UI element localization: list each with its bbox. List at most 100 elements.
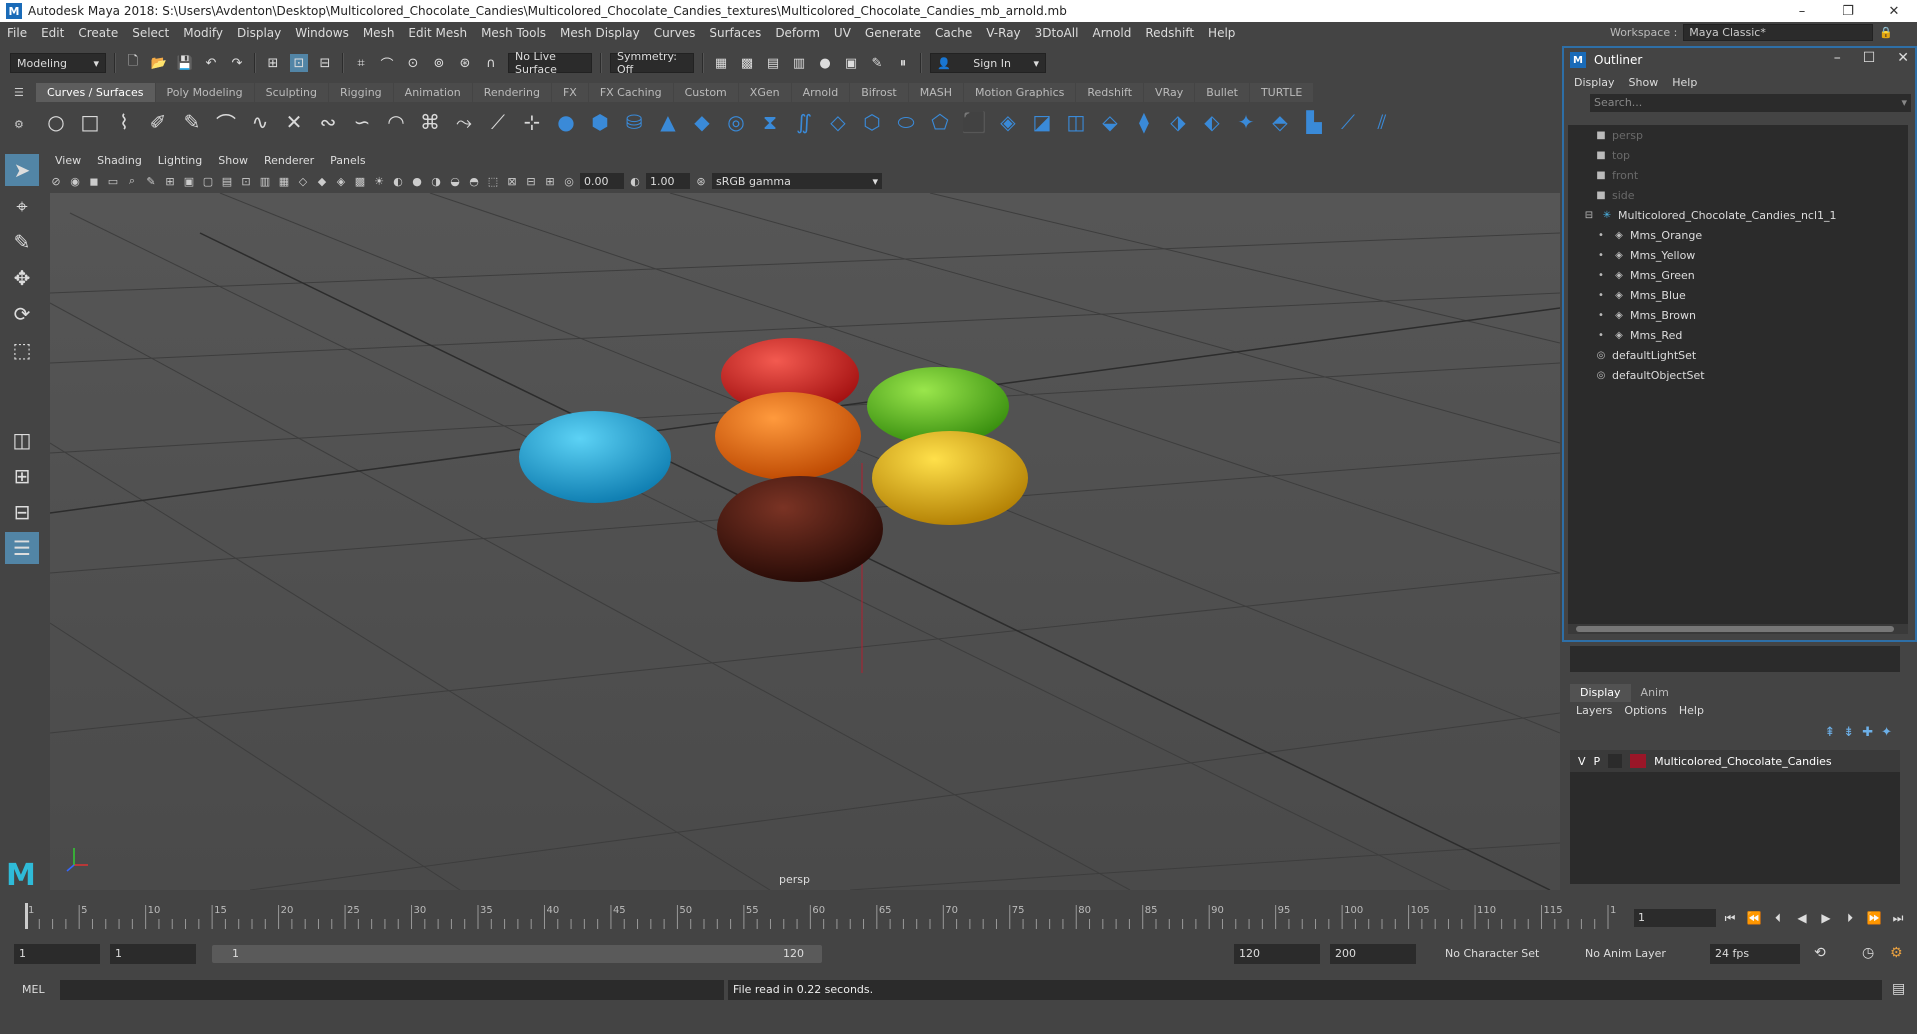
outliner-item-default-object-set[interactable]: ◎ defaultObjectSet bbox=[1568, 365, 1908, 385]
auto-key-icon[interactable]: ◷ bbox=[1862, 945, 1874, 961]
live-surface-field[interactable]: No Live Surface bbox=[508, 50, 592, 76]
menu-mesh-tools[interactable]: Mesh Tools bbox=[474, 26, 553, 40]
shelf-tab-poly-modeling[interactable]: Poly Modeling bbox=[155, 83, 254, 102]
menu-vray[interactable]: V-Ray bbox=[979, 26, 1027, 40]
end-time-field[interactable]: 200 bbox=[1330, 944, 1416, 964]
pause-icon[interactable]: ⏸ bbox=[894, 54, 912, 72]
outliner-item-mms-orange[interactable]: • ◈ Mms_Orange bbox=[1568, 225, 1908, 245]
menu-mesh-display[interactable]: Mesh Display bbox=[553, 26, 647, 40]
save-scene-icon[interactable]: 💾 bbox=[176, 54, 194, 72]
menu-surfaces[interactable]: Surfaces bbox=[702, 26, 768, 40]
snap-magnet-icon[interactable]: ∩ bbox=[482, 54, 500, 72]
safe-action-icon[interactable]: ▥ bbox=[257, 173, 273, 189]
xray-joints-icon[interactable]: ⊟ bbox=[523, 173, 539, 189]
wireframe-icon[interactable]: ◇ bbox=[295, 173, 311, 189]
menu-help[interactable]: Help bbox=[1201, 26, 1242, 40]
grease-pencil-icon[interactable]: ✎ bbox=[143, 173, 159, 189]
shelf-menu-icon[interactable]: ☰ bbox=[14, 86, 30, 102]
shelf-tab-bifrost[interactable]: Bifrost bbox=[850, 83, 908, 102]
shelf-tab-fx[interactable]: FX bbox=[551, 83, 588, 102]
expand-dot-icon[interactable]: • bbox=[1594, 330, 1608, 341]
surface-rebuild-icon[interactable]: ▙ bbox=[1300, 108, 1328, 136]
command-input[interactable] bbox=[60, 980, 724, 1000]
fps-dropdown[interactable]: 24 fps bbox=[1710, 944, 1800, 964]
outliner-item-side[interactable]: ■ side bbox=[1568, 185, 1908, 205]
curve-fillet-icon[interactable]: ⤳ bbox=[450, 108, 478, 136]
surface-detach-icon[interactable]: ⬗ bbox=[1164, 108, 1192, 136]
isolate-select-icon[interactable]: ⬚ bbox=[485, 173, 501, 189]
select-object-icon[interactable]: ⊡ bbox=[290, 54, 308, 72]
exposure-field[interactable]: 0.00 bbox=[580, 173, 624, 189]
maximize-icon[interactable]: ☐ bbox=[1863, 50, 1876, 66]
boundary-icon[interactable]: ⬠ bbox=[926, 108, 954, 136]
use-all-lights-icon[interactable]: ☀ bbox=[371, 173, 387, 189]
textured-icon[interactable]: ▩ bbox=[352, 173, 368, 189]
pencil-curve-icon[interactable]: ✎ bbox=[178, 108, 206, 136]
outliner-item-persp[interactable]: ■ persp bbox=[1568, 125, 1908, 145]
menu-3dtoall[interactable]: 3DtoAll bbox=[1028, 26, 1086, 40]
curve-offset-icon[interactable]: ⌘ bbox=[416, 108, 444, 136]
step-back-frame-icon[interactable]: ⏴ bbox=[1768, 908, 1788, 928]
play-backwards-icon[interactable]: ◀ bbox=[1792, 908, 1812, 928]
shelf-options-icon[interactable]: ⚙ bbox=[14, 118, 30, 134]
workspace-dropdown[interactable]: Maya Classic* bbox=[1683, 24, 1874, 41]
shelf-tab-arnold[interactable]: Arnold bbox=[791, 83, 850, 102]
outliner-item-mms-brown[interactable]: • ◈ Mms_Brown bbox=[1568, 305, 1908, 325]
shelf-tab-vray[interactable]: VRay bbox=[1144, 83, 1195, 102]
layer-menu-layers[interactable]: Layers bbox=[1570, 702, 1618, 720]
outliner-menu-display[interactable]: Display bbox=[1568, 76, 1621, 89]
color-management-icon[interactable]: ⊛ bbox=[693, 173, 709, 189]
menu-uv[interactable]: UV bbox=[827, 26, 858, 40]
snap-curve-icon[interactable]: ⌒ bbox=[378, 54, 396, 73]
shadows-icon[interactable]: ◐ bbox=[390, 173, 406, 189]
anim-layer-dropdown[interactable]: No Anim Layer bbox=[1580, 944, 1686, 964]
square-surface-icon[interactable]: ⬛ bbox=[960, 108, 988, 136]
shelf-tab-sculpting[interactable]: Sculpting bbox=[254, 83, 328, 102]
birail-icon[interactable]: ⬭ bbox=[892, 108, 920, 136]
select-component-icon[interactable]: ⊟ bbox=[316, 54, 334, 72]
outliner-item-group[interactable]: ⊟ ✳ Multicolored_Chocolate_Candies_ncl1_1 bbox=[1568, 205, 1908, 225]
gate-mask-icon[interactable]: ▤ bbox=[219, 173, 235, 189]
surface-stitch-icon[interactable]: ✦ bbox=[1232, 108, 1260, 136]
panel-menu-renderer[interactable]: Renderer bbox=[257, 152, 321, 170]
range-slider[interactable]: 1 120 bbox=[212, 945, 822, 963]
arnold-render-icon[interactable]: ▣ bbox=[842, 54, 860, 72]
render-current-icon[interactable]: ▩ bbox=[738, 54, 756, 72]
step-forward-key-icon[interactable]: ⏩ bbox=[1864, 908, 1884, 928]
curve-intersect-icon[interactable]: ✕ bbox=[280, 108, 308, 136]
panel-menu-show[interactable]: Show bbox=[211, 152, 255, 170]
render-settings-icon[interactable]: ▥ bbox=[790, 54, 808, 72]
outliner-menu-show[interactable]: Show bbox=[1623, 76, 1665, 89]
field-chart-icon[interactable]: ⊡ bbox=[238, 173, 254, 189]
curve-detach-icon[interactable]: ∽ bbox=[348, 108, 376, 136]
depth-of-field-icon[interactable]: ◓ bbox=[466, 173, 482, 189]
nurbs-sphere-icon[interactable]: ● bbox=[552, 108, 580, 136]
surface-reverse-icon[interactable]: ⟋ bbox=[1334, 108, 1362, 136]
extrude-icon[interactable]: ⬡ bbox=[858, 108, 886, 136]
anti-aliasing-icon[interactable]: ◒ bbox=[447, 173, 463, 189]
trim-tool-icon[interactable]: ◫ bbox=[1062, 108, 1090, 136]
new-scene-icon[interactable]: 🗋 bbox=[124, 54, 142, 72]
ep-curve-icon[interactable]: ✐ bbox=[144, 108, 172, 136]
expand-dot-icon[interactable]: • bbox=[1594, 310, 1608, 321]
command-language-label[interactable]: MEL bbox=[22, 983, 45, 996]
surface-attach-icon[interactable]: ⧫ bbox=[1130, 108, 1158, 136]
shelf-tab-animation[interactable]: Animation bbox=[393, 83, 472, 102]
minimize-icon[interactable]: – bbox=[1779, 0, 1825, 22]
outliner-item-mms-blue[interactable]: • ◈ Mms_Blue bbox=[1568, 285, 1908, 305]
curve-insert-knot-icon[interactable]: ⊹ bbox=[518, 108, 546, 136]
shelf-tab-curves-surfaces[interactable]: Curves / Surfaces bbox=[36, 83, 155, 102]
current-time-marker[interactable] bbox=[25, 903, 28, 929]
select-hierarchy-icon[interactable]: ⊞ bbox=[264, 54, 282, 72]
current-frame-field[interactable]: 1 bbox=[1634, 909, 1716, 927]
image-plane-icon[interactable]: ▭ bbox=[105, 173, 121, 189]
paint-select-icon[interactable]: ✎ bbox=[5, 226, 39, 258]
preferences-icon[interactable]: ⚙ bbox=[1890, 945, 1903, 961]
minimize-icon[interactable]: – bbox=[1834, 50, 1841, 66]
color-space-dropdown[interactable]: sRGB gamma ▾ bbox=[712, 173, 882, 189]
revolve-icon[interactable]: ⧗ bbox=[756, 108, 784, 136]
go-to-start-icon[interactable]: ⏮ bbox=[1720, 908, 1740, 928]
collapse-icon[interactable]: ⊟ bbox=[1582, 210, 1596, 221]
layer-row[interactable]: V P Multicolored_Chocolate_Candies bbox=[1570, 750, 1900, 772]
start-time-field[interactable]: 1 bbox=[14, 944, 100, 964]
